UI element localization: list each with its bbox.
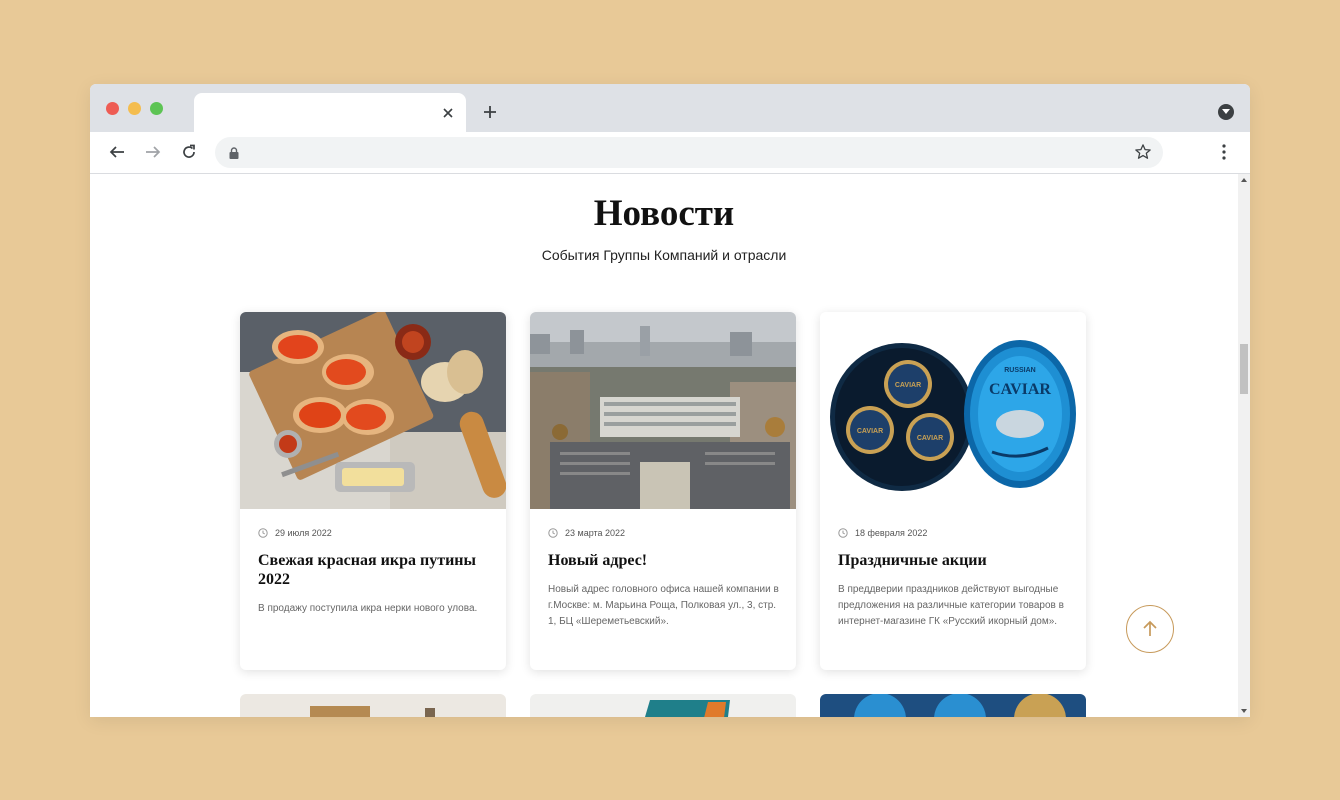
news-image bbox=[645, 700, 730, 717]
news-image bbox=[310, 706, 435, 717]
news-card[interactable] bbox=[530, 694, 796, 717]
minimize-window-button[interactable] bbox=[128, 102, 141, 115]
browser-tab[interactable] bbox=[194, 93, 466, 132]
news-card[interactable]: 29 июля 2022 Свежая красная икра путины … bbox=[240, 312, 506, 670]
news-title[interactable]: Новый адрес! bbox=[548, 551, 784, 570]
clock-icon bbox=[548, 528, 558, 538]
news-date: 18 февраля 2022 bbox=[838, 528, 927, 538]
news-card[interactable] bbox=[240, 694, 506, 717]
forward-arrow-icon[interactable] bbox=[141, 140, 165, 164]
news-date: 23 марта 2022 bbox=[548, 528, 625, 538]
tin-brand-text: CAVIAR bbox=[989, 381, 1051, 398]
tin-brand-text: CAVIAR bbox=[857, 428, 883, 435]
scroll-down-arrow-icon[interactable] bbox=[1241, 709, 1247, 713]
news-image bbox=[854, 694, 1066, 717]
scrollbar-thumb[interactable] bbox=[1240, 344, 1248, 394]
news-card[interactable]: 23 марта 2022 Новый адрес! Новый адрес г… bbox=[530, 312, 796, 670]
close-window-button[interactable] bbox=[106, 102, 119, 115]
news-excerpt: В продажу поступила икра нерки нового ул… bbox=[258, 603, 478, 614]
tin-top-text: RUSSIAN bbox=[1004, 367, 1036, 374]
page-title: Новости bbox=[593, 193, 735, 234]
caviar-tins-image: CAVIAR CAVIAR CAVIAR RUSSIAN CAVIAR bbox=[820, 312, 1086, 509]
more-menu-icon[interactable] bbox=[1212, 140, 1236, 164]
bookmark-star-icon[interactable] bbox=[1133, 142, 1153, 162]
news-date-text: 18 февраля 2022 bbox=[855, 528, 928, 538]
tab-search-icon[interactable] bbox=[1218, 104, 1234, 120]
arrow-up-icon bbox=[1143, 620, 1157, 636]
browser-toolbar bbox=[90, 132, 1250, 174]
news-excerpt: В преддверии праздников действуют выгодн… bbox=[838, 584, 1064, 627]
url-input[interactable] bbox=[251, 144, 1115, 164]
tin-brand-text: CAVIAR bbox=[895, 382, 921, 389]
news-card[interactable]: CAVIAR CAVIAR CAVIAR RUSSIAN CAVIAR 18 ф… bbox=[820, 312, 1086, 670]
news-date-text: 23 марта 2022 bbox=[565, 528, 626, 538]
red-caviar-sandwiches-image bbox=[240, 312, 506, 509]
scrollbar[interactable] bbox=[1238, 174, 1250, 717]
news-excerpt: Новый адрес головного офиса нашей компан… bbox=[548, 584, 779, 627]
close-tab-icon[interactable] bbox=[438, 103, 458, 123]
news-title[interactable]: Свежая красная икра путины 2022 bbox=[258, 551, 494, 589]
clock-icon bbox=[838, 528, 848, 538]
page-viewport: Новости События Группы Компаний и отрасл… bbox=[90, 174, 1238, 717]
page-subtitle: События Группы Компаний и отрасли bbox=[541, 247, 787, 263]
scroll-to-top-button[interactable] bbox=[1126, 605, 1174, 653]
reload-icon[interactable] bbox=[177, 140, 201, 164]
office-building-aerial-image bbox=[530, 312, 796, 509]
news-card[interactable] bbox=[820, 694, 1086, 717]
address-bar[interactable] bbox=[215, 137, 1163, 168]
maximize-window-button[interactable] bbox=[150, 102, 163, 115]
news-title[interactable]: Праздничные акции bbox=[838, 551, 1074, 570]
clock-icon bbox=[258, 528, 268, 538]
tin-brand-text: CAVIAR bbox=[917, 435, 943, 442]
news-date: 29 июля 2022 bbox=[258, 528, 332, 538]
lock-icon bbox=[229, 146, 239, 164]
new-tab-icon[interactable] bbox=[479, 101, 501, 123]
back-arrow-icon[interactable] bbox=[105, 140, 129, 164]
scroll-up-arrow-icon[interactable] bbox=[1241, 178, 1247, 182]
browser-window: Новости События Группы Компаний и отрасл… bbox=[90, 84, 1250, 717]
tab-strip bbox=[90, 84, 1250, 132]
news-date-text: 29 июля 2022 bbox=[275, 528, 332, 538]
